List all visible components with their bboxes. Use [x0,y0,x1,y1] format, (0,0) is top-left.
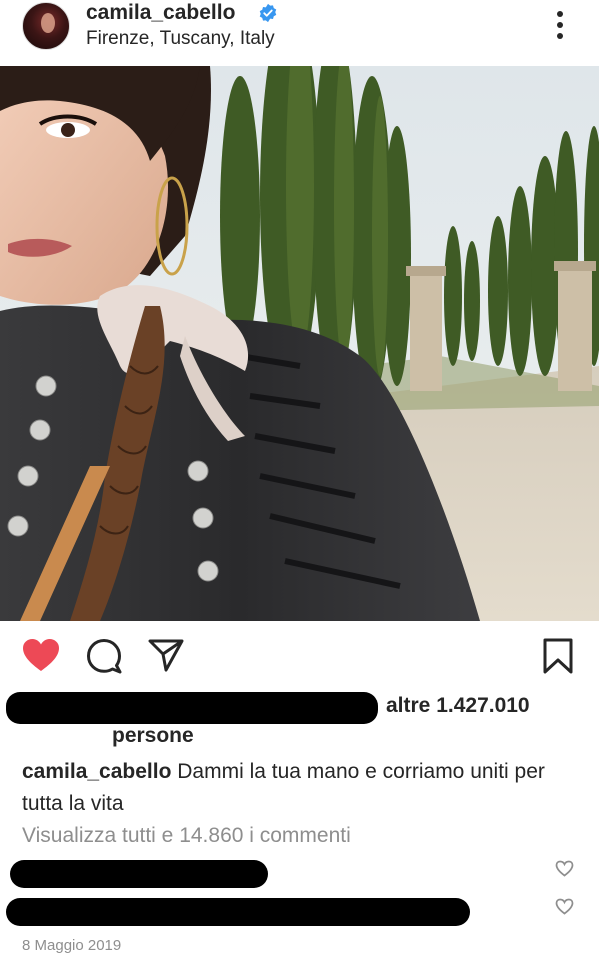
caption-username[interactable]: camila_cabello [22,760,171,783]
post-header: camila_cabello Firenze, Tuscany, Italy [0,0,599,66]
username[interactable]: camila_cabello [86,1,235,25]
location[interactable]: Firenze, Tuscany, Italy [86,28,275,50]
comment-icon[interactable] [86,638,122,674]
share-icon[interactable] [148,638,184,672]
redacted-likers [6,692,378,724]
post-photo[interactable] [0,66,599,621]
likes-count[interactable]: altre 1.427.010 [386,694,530,718]
more-options-icon[interactable] [548,8,572,42]
redacted-comment [10,860,268,888]
selfie-image [0,66,599,621]
heart-icon[interactable] [22,638,60,672]
view-all-comments-link[interactable]: Visualizza tutti e 14.860 i commenti [22,824,351,848]
post-date: 8 Maggio 2019 [22,937,122,954]
comment-like-heart-icon[interactable] [555,860,574,877]
redacted-comment [6,898,470,926]
comment-like-heart-icon[interactable] [555,898,574,915]
likes-suffix[interactable]: persone [112,724,194,748]
caption: camila_cabello Dammi la tua mano e corri… [22,756,582,820]
bookmark-icon[interactable] [542,638,574,674]
action-bar [0,632,599,682]
avatar[interactable] [22,2,70,50]
verified-badge-icon [259,3,277,23]
